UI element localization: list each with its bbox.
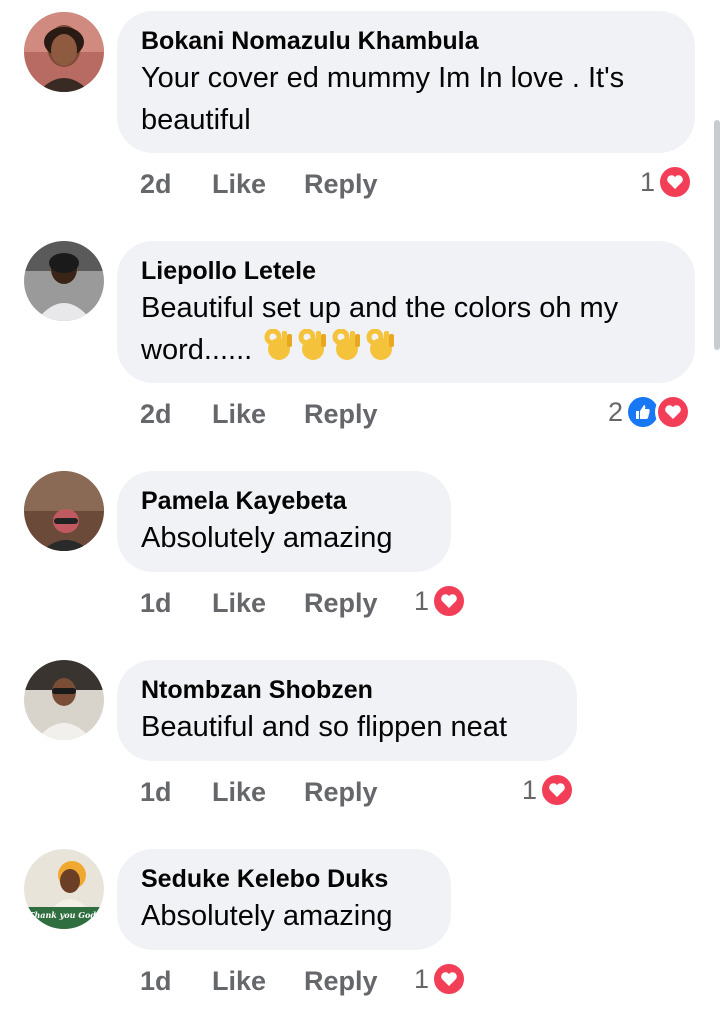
commenter-name[interactable]: Ntombzan Shobzen [141, 674, 553, 706]
heart-icon [431, 583, 468, 619]
reply-button[interactable]: Reply [304, 169, 378, 200]
comment-bubble: Ntombzan Shobzen Beautiful and so flippe… [117, 660, 577, 761]
like-button[interactable]: Like [212, 777, 304, 808]
reply-button[interactable]: Reply [304, 399, 378, 430]
comment-timestamp[interactable]: 2d [140, 169, 212, 200]
comment-bubble: Pamela Kayebeta Absolutely amazing [117, 471, 451, 572]
comment-bubble: Seduke Kelebo Duks Absolutely amazing [117, 849, 451, 950]
comment-actions: 1d Like Reply [140, 772, 378, 812]
heart-icon [655, 394, 692, 430]
svg-text:Thank you God!: Thank you God! [29, 910, 100, 920]
avatar[interactable]: Thank you God! [24, 849, 104, 929]
reaction-count: 1 [414, 585, 430, 616]
reaction-summary[interactable]: 1 [640, 162, 694, 202]
comment-text: Beautiful set up and the colors oh my [141, 292, 619, 324]
comment-text: beautiful [141, 104, 251, 136]
ok-hand-emoji [332, 328, 362, 373]
comment-text: word...... [141, 334, 253, 366]
avatar[interactable] [24, 12, 104, 92]
like-button[interactable]: Like [212, 169, 304, 200]
like-button[interactable]: Like [212, 399, 304, 430]
like-button[interactable]: Like [212, 588, 304, 619]
comment-text: Absolutely amazing [141, 900, 393, 932]
comment-actions: 1d Like Reply [140, 961, 378, 1001]
comment-text: Beautiful and so flippen neat [141, 711, 507, 743]
comment-timestamp[interactable]: 1d [140, 966, 212, 997]
avatar[interactable] [24, 241, 104, 321]
reaction-summary[interactable]: 2 [608, 392, 692, 432]
reaction-count: 1 [640, 166, 656, 197]
comment-actions: 2d Like Reply [140, 164, 378, 204]
avatar[interactable] [24, 471, 104, 551]
commenter-name[interactable]: Liepollo Letele [141, 255, 671, 287]
heart-icon [657, 164, 694, 200]
commenter-name[interactable]: Pamela Kayebeta [141, 485, 427, 517]
reaction-summary[interactable]: 1 [522, 770, 576, 810]
reaction-summary[interactable]: 1 [414, 581, 468, 621]
comment-timestamp[interactable]: 2d [140, 399, 212, 430]
scrollbar[interactable] [714, 120, 720, 350]
ok-hand-emoji [298, 328, 328, 373]
reaction-count: 1 [414, 963, 430, 994]
heart-icon [539, 772, 576, 808]
comment-timestamp[interactable]: 1d [140, 777, 212, 808]
comment-actions: 1d Like Reply [140, 583, 378, 623]
reply-button[interactable]: Reply [304, 588, 378, 619]
comment-timestamp[interactable]: 1d [140, 588, 212, 619]
commenter-name[interactable]: Seduke Kelebo Duks [141, 863, 427, 895]
reaction-count: 2 [608, 396, 624, 427]
comment-bubble: Bokani Nomazulu Khambula Your cover ed m… [117, 11, 695, 153]
reaction-summary[interactable]: 1 [414, 959, 468, 999]
heart-icon [431, 961, 468, 997]
like-button[interactable]: Like [212, 966, 304, 997]
comment-bubble: Liepollo Letele Beautiful set up and the… [117, 241, 695, 383]
commenter-name[interactable]: Bokani Nomazulu Khambula [141, 25, 671, 57]
reply-button[interactable]: Reply [304, 777, 378, 808]
comment-actions: 2d Like Reply [140, 394, 378, 434]
comment-text: Absolutely amazing [141, 522, 393, 554]
reply-button[interactable]: Reply [304, 966, 378, 997]
comment-text: Your cover ed mummy Im In love . It's [141, 62, 625, 94]
avatar[interactable] [24, 660, 104, 740]
ok-hand-emoji [366, 328, 396, 373]
reaction-count: 1 [522, 774, 538, 805]
comment-text-line: word...... [141, 328, 671, 373]
ok-hand-emoji [264, 328, 294, 373]
